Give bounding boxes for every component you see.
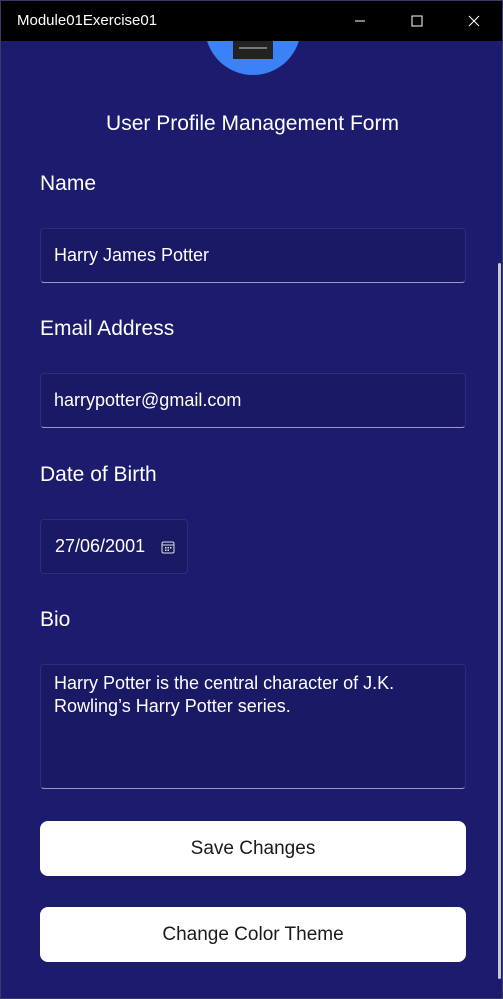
window-title: Module01Exercise01 <box>17 12 158 29</box>
name-field[interactable]: Harry James Potter <box>40 228 466 283</box>
title-bar: Module01Exercise01 <box>1 1 502 41</box>
bio-value: Harry Potter is the central character of… <box>54 673 395 716</box>
name-value: Harry James Potter <box>54 245 210 265</box>
profile-avatar <box>205 41 301 75</box>
minimize-icon <box>355 20 365 22</box>
close-icon <box>468 15 480 27</box>
maximize-icon <box>411 15 423 27</box>
form-scroll-area[interactable]: User Profile Management Form Name Harry … <box>1 41 502 998</box>
maximize-button[interactable] <box>389 1 445 41</box>
calendar-icon <box>161 541 175 554</box>
save-changes-button[interactable]: Save Changes <box>40 821 466 876</box>
laptop-icon <box>233 41 273 59</box>
dob-label: Date of Birth <box>40 463 157 486</box>
email-label: Email Address <box>40 317 175 340</box>
name-label: Name <box>40 172 97 195</box>
bio-textarea[interactable]: Harry Potter is the central character of… <box>40 664 466 789</box>
change-color-theme-button[interactable]: Change Color Theme <box>40 907 466 962</box>
email-value: harrypotter@gmail.com <box>54 390 242 410</box>
bio-label: Bio <box>40 608 71 631</box>
app-window: Module01Exercise01 User Profile Manageme… <box>0 0 503 999</box>
email-field[interactable]: harrypotter@gmail.com <box>40 373 466 428</box>
dob-value: 27/06/2001 <box>55 536 146 556</box>
close-button[interactable] <box>446 1 502 41</box>
minimize-button[interactable] <box>332 1 388 41</box>
vertical-scrollbar[interactable] <box>498 263 501 979</box>
form-title: User Profile Management Form <box>106 112 399 135</box>
date-of-birth-picker[interactable]: 27/06/2001 <box>40 519 188 574</box>
